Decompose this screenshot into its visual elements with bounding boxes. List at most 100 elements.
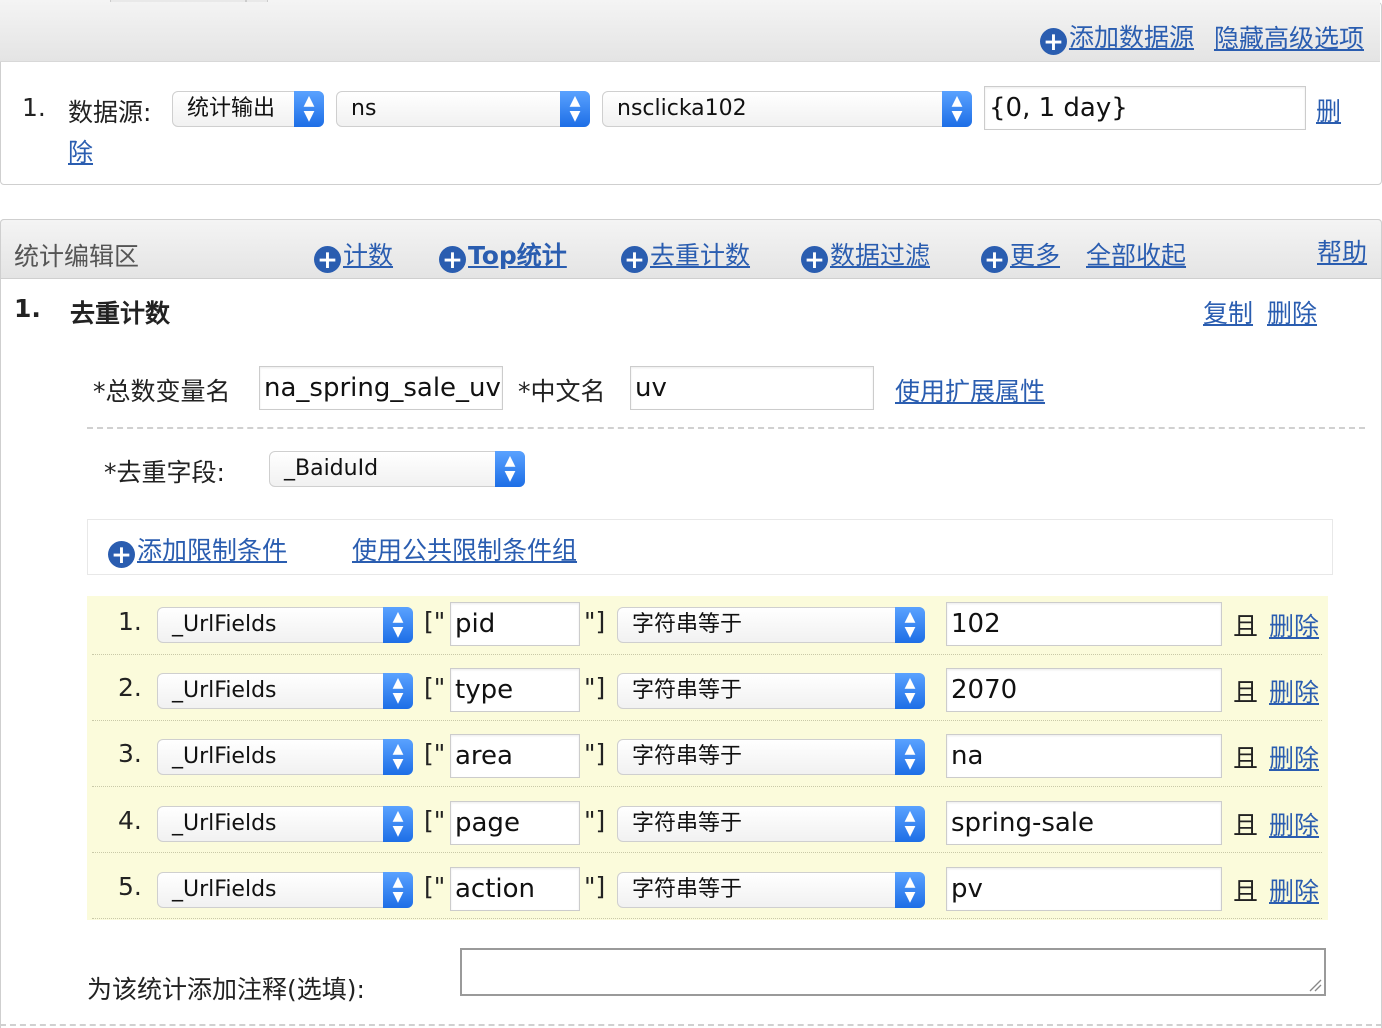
distinct-field-label: *去重字段: xyxy=(104,458,225,487)
select-arrows-icon: ▲ ▼ xyxy=(495,451,525,487)
condition-field-select[interactable]: _UrlFields ▲ ▼ xyxy=(157,673,413,709)
condition-value-input[interactable]: 102 xyxy=(946,602,1222,646)
condition-operator-select[interactable]: 字符串等于 ▲ ▼ xyxy=(617,673,925,709)
cn-name-label: *中文名 xyxy=(518,377,606,406)
condition-operator-value: 字符串等于 xyxy=(632,877,743,902)
delete-condition-link[interactable]: 删除 xyxy=(1269,806,1319,842)
datasource-name-select[interactable]: nsclicka102 ▲ ▼ xyxy=(602,91,972,127)
row-separator xyxy=(92,918,1322,919)
toolbar-filter-link[interactable]: 数据过滤 xyxy=(830,241,930,270)
condition-field-select[interactable]: _UrlFields ▲ ▼ xyxy=(157,607,413,643)
resize-grip-icon[interactable] xyxy=(1308,978,1322,992)
condition-operator-value: 字符串等于 xyxy=(632,811,743,836)
condition-field-value: _UrlFields xyxy=(172,678,277,703)
select-arrows-icon: ▲ ▼ xyxy=(895,673,925,709)
toolbar-count[interactable]: + 计数 xyxy=(314,236,393,273)
use-ext-attr-link[interactable]: 使用扩展属性 xyxy=(895,372,1045,408)
add-condition[interactable]: + 添加限制条件 xyxy=(108,531,287,568)
datasource-name-value: nsclicka102 xyxy=(617,96,747,121)
collapse-all-link[interactable]: 全部收起 xyxy=(1086,236,1186,272)
select-arrows-icon: ▲ ▼ xyxy=(383,872,413,908)
select-arrows-icon: ▲ ▼ xyxy=(294,91,324,127)
select-arrows-icon: ▲ ▼ xyxy=(560,91,590,127)
toolbar-distinct[interactable]: + 去重计数 xyxy=(621,236,750,273)
condition-operator-select[interactable]: 字符串等于 ▲ ▼ xyxy=(617,607,925,643)
condition-operator-select[interactable]: 字符串等于 ▲ ▼ xyxy=(617,739,925,775)
toolbar-more[interactable]: + 更多 xyxy=(981,236,1060,273)
namespace-select[interactable]: ns ▲ ▼ xyxy=(336,91,590,127)
condition-operator-select[interactable]: 字符串等于 ▲ ▼ xyxy=(617,806,925,842)
and-label: 且 xyxy=(1233,612,1259,641)
copy-stat-link[interactable]: 复制 xyxy=(1203,294,1253,330)
condition-value-input[interactable]: pv xyxy=(946,867,1222,911)
help-link[interactable]: 帮助 xyxy=(1317,233,1367,269)
condition-operator-value: 字符串等于 xyxy=(632,744,743,769)
add-datasource-link-wrap[interactable]: + 添加数据源 xyxy=(1039,18,1194,55)
total-var-input[interactable]: na_spring_sale_uv xyxy=(259,366,503,410)
use-public-conditions-link[interactable]: 使用公共限制条件组 xyxy=(352,531,577,567)
condition-index: 3. xyxy=(118,739,142,768)
datasource-index: 1. xyxy=(22,93,46,122)
bracket-open: [" xyxy=(424,739,446,768)
select-arrows-icon: ▲ ▼ xyxy=(895,872,925,908)
add-datasource-link[interactable]: 添加数据源 xyxy=(1069,23,1194,52)
toolbar-top[interactable]: + Top统计 xyxy=(439,236,567,273)
add-condition-link[interactable]: 添加限制条件 xyxy=(137,536,287,565)
comment-label: 为该统计添加注释(选填): xyxy=(87,975,365,1004)
condition-field-value: _UrlFields xyxy=(172,744,277,769)
toolbar-more-link[interactable]: 更多 xyxy=(1010,241,1060,270)
datasource-type-value: 统计输出 xyxy=(187,96,276,121)
delete-datasource-link-cont[interactable]: 除 xyxy=(68,133,93,169)
bracket-close: "] xyxy=(584,806,606,835)
condition-value-input[interactable]: 2070 xyxy=(946,668,1222,712)
condition-key-input[interactable]: type xyxy=(450,668,580,712)
toolbar-filter[interactable]: + 数据过滤 xyxy=(801,236,930,273)
condition-index: 2. xyxy=(118,673,142,702)
bracket-close: "] xyxy=(584,872,606,901)
select-arrows-icon: ▲ ▼ xyxy=(942,91,972,127)
time-range-input[interactable]: {0, 1 day} xyxy=(984,86,1306,130)
comment-textarea[interactable] xyxy=(460,948,1326,996)
divider xyxy=(87,427,1365,429)
delete-stat-link[interactable]: 删除 xyxy=(1267,294,1317,330)
plus-circle-icon: + xyxy=(108,541,135,568)
distinct-field-select[interactable]: _BaiduId ▲ ▼ xyxy=(269,451,525,487)
datasource-type-select[interactable]: 统计输出 ▲ ▼ xyxy=(172,91,324,127)
bottom-divider xyxy=(0,1024,1382,1026)
plus-circle-icon: + xyxy=(439,246,466,273)
condition-field-value: _UrlFields xyxy=(172,612,277,637)
hide-advanced-link[interactable]: 隐藏高级选项 xyxy=(1214,19,1364,55)
condition-value-input[interactable]: spring-sale xyxy=(946,801,1222,845)
stat-index: 1. xyxy=(14,294,41,323)
condition-operator-value: 字符串等于 xyxy=(632,612,743,637)
delete-condition-link[interactable]: 删除 xyxy=(1269,673,1319,709)
row-separator xyxy=(92,786,1322,787)
delete-condition-link[interactable]: 删除 xyxy=(1269,872,1319,908)
select-arrows-icon: ▲ ▼ xyxy=(895,739,925,775)
condition-value-input[interactable]: na xyxy=(946,734,1222,778)
top-links: + 添加数据源 隐藏高级选项 xyxy=(1039,18,1364,55)
condition-operator-select[interactable]: 字符串等于 ▲ ▼ xyxy=(617,872,925,908)
bracket-open: [" xyxy=(424,607,446,636)
condition-field-select[interactable]: _UrlFields ▲ ▼ xyxy=(157,806,413,842)
cn-name-input[interactable]: uv xyxy=(630,366,874,410)
condition-field-select[interactable]: _UrlFields ▲ ▼ xyxy=(157,872,413,908)
delete-condition-link[interactable]: 删除 xyxy=(1269,739,1319,775)
edit-area-title: 统计编辑区 xyxy=(14,242,140,271)
plus-circle-icon: + xyxy=(314,246,341,273)
toolbar-count-link[interactable]: 计数 xyxy=(343,241,393,270)
condition-field-value: _UrlFields xyxy=(172,811,277,836)
condition-key-input[interactable]: page xyxy=(450,801,580,845)
toolbar-top-link[interactable]: Top统计 xyxy=(468,241,567,270)
distinct-field-value: _BaiduId xyxy=(284,456,379,481)
condition-key-input[interactable]: area xyxy=(450,734,580,778)
condition-key-input[interactable]: action xyxy=(450,867,580,911)
delete-condition-link[interactable]: 删除 xyxy=(1269,607,1319,643)
condition-key-input[interactable]: pid xyxy=(450,602,580,646)
bracket-open: [" xyxy=(424,806,446,835)
condition-field-select[interactable]: _UrlFields ▲ ▼ xyxy=(157,739,413,775)
condition-index: 4. xyxy=(118,806,142,835)
toolbar-distinct-link[interactable]: 去重计数 xyxy=(650,241,750,270)
namespace-value: ns xyxy=(351,96,377,121)
delete-datasource-link[interactable]: 删 xyxy=(1316,92,1341,128)
